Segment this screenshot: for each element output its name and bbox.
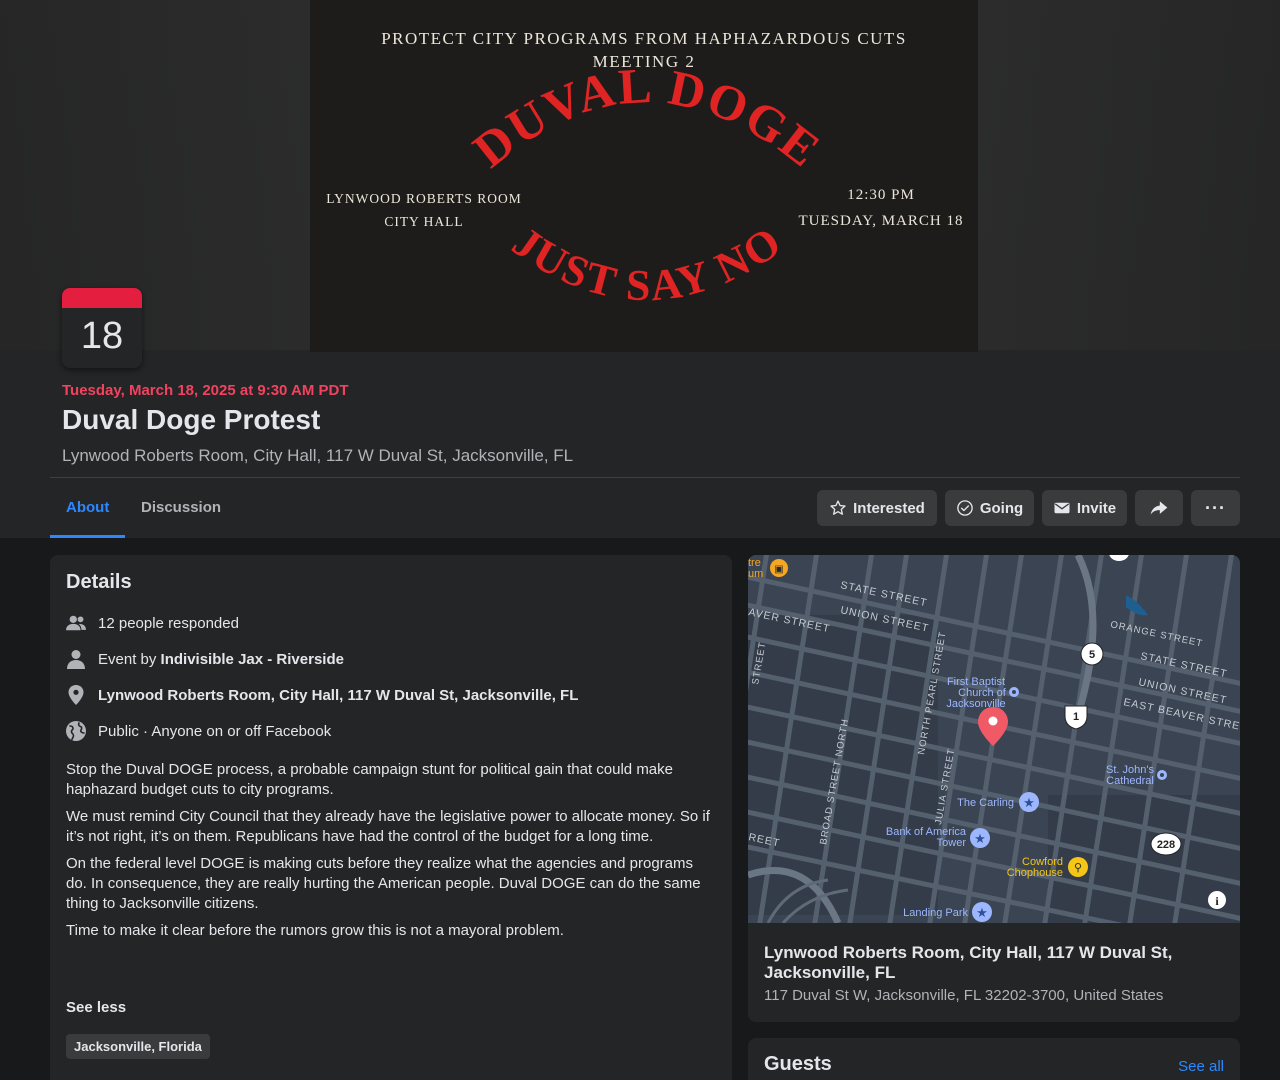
map-card: STATE STREET UNION STREET AVER STREET OR… (748, 555, 1240, 1022)
privacy-text: Public · Anyone on or off Facebook (98, 722, 332, 740)
cover-blur-left (0, 0, 310, 350)
star-icon: ★ (976, 905, 988, 920)
cover-blur-right (978, 0, 1280, 350)
route-shield-label: 228 (1157, 839, 1175, 851)
star-icon: ★ (974, 831, 986, 846)
event-description: Stop the Duval DOGE process, a probable … (66, 760, 716, 948)
responded-text: 12 people responded (98, 614, 239, 632)
responded-row: 12 people responded (66, 613, 239, 633)
person-icon (66, 649, 86, 669)
globe-icon (66, 721, 86, 741)
route-shield-label: 5 (1089, 649, 1095, 661)
event-location[interactable]: Lynwood Roberts Room, City Hall, 117 W D… (62, 446, 573, 466)
star-icon (830, 500, 846, 515)
description-paragraph: Time to make it clear before the rumors … (66, 922, 564, 939)
invite-label: Invite (1076, 499, 1117, 517)
interested-label: Interested (853, 499, 925, 517)
calendar-header-bar (62, 288, 142, 308)
event-title: Duval Doge Protest (62, 404, 321, 435)
tab-discussion[interactable]: Discussion (125, 490, 237, 538)
location-tag[interactable]: Jacksonville, Florida (66, 1034, 210, 1059)
cover-headline-line1: PROTECT CITY PROGRAMS FROM HAPHAZARDOUS … (381, 29, 907, 48)
details-heading: Details (66, 571, 132, 593)
calendar-date-badge: 18 (62, 288, 142, 368)
map-place-address: 117 Duval St W, Jacksonville, FL 32202-3… (764, 987, 1164, 1004)
map-place-title[interactable]: Lynwood Roberts Room, City Hall, 117 W D… (764, 943, 1204, 983)
see-less-link[interactable]: See less (66, 999, 126, 1016)
going-button[interactable]: Going (945, 490, 1034, 526)
map-poi-st-johns[interactable]: St. John's Cathedral (1106, 764, 1154, 787)
invite-button[interactable]: Invite (1042, 490, 1127, 526)
more-options-button[interactable]: ··· (1191, 490, 1240, 526)
description-paragraph: We must remind City Council that they al… (66, 808, 710, 845)
event-datetime: Tuesday, March 18, 2025 at 9:30 AM PDT (62, 382, 349, 399)
host-row: Event by Indivisible Jax - Riverside (66, 649, 344, 669)
cover-right-line1: 12:30 PM (847, 187, 915, 203)
more-icon: ··· (1205, 497, 1226, 518)
privacy-row: Public · Anyone on or off Facebook (66, 721, 331, 741)
share-icon (1150, 501, 1168, 515)
check-circle-icon (957, 500, 973, 516)
location-pin-icon (66, 685, 86, 705)
cover-arc-top: DUVAL DOGE (463, 57, 832, 178)
map-poi-landing-park[interactable]: Landing Park (903, 907, 968, 919)
cover-right-line2: TUESDAY, MARCH 18 (799, 213, 964, 229)
address-row: Lynwood Roberts Room, City Hall, 117 W D… (66, 685, 578, 705)
tab-about[interactable]: About (50, 490, 126, 538)
museum-icon: ▣ (774, 564, 783, 575)
description-paragraph: Stop the Duval DOGE process, a probable … (66, 761, 673, 798)
cover-arc-bottom: JUST SAY NO (504, 216, 791, 310)
location-map[interactable]: STATE STREET UNION STREET AVER STREET OR… (748, 555, 1240, 923)
guests-heading: Guests (764, 1053, 832, 1075)
people-icon (66, 613, 86, 633)
header-divider (50, 477, 1240, 478)
map-poi-the-carling[interactable]: The Carling (957, 797, 1014, 809)
calendar-day: 18 (80, 315, 124, 357)
address-link[interactable]: Lynwood Roberts Room, City Hall, 117 W D… (98, 687, 578, 704)
see-all-guests-link[interactable]: See all (1178, 1058, 1224, 1075)
route-shield-label: 1 (1073, 711, 1079, 723)
details-card: Details 12 people responded Event by Ind… (50, 555, 732, 1080)
share-button[interactable] (1135, 490, 1183, 526)
description-paragraph: On the federal level DOGE is making cuts… (66, 855, 701, 912)
host-prefix: Event by (98, 650, 157, 668)
interested-button[interactable]: Interested (817, 490, 937, 526)
fork-icon: ⚲ (1074, 862, 1082, 874)
star-icon: ★ (1023, 795, 1035, 810)
guests-card: Guests See all (748, 1038, 1240, 1080)
cover-left-line2: CITY HALL (384, 214, 463, 229)
host-name-link[interactable]: Indivisible Jax - Riverside (161, 651, 344, 668)
cover-left-line1: LYNWOOD ROBERTS ROOM (326, 191, 522, 206)
event-cover-image[interactable]: PROTECT CITY PROGRAMS FROM HAPHAZARDOUS … (310, 0, 978, 352)
going-label: Going (979, 499, 1024, 517)
envelope-icon (1054, 502, 1070, 514)
